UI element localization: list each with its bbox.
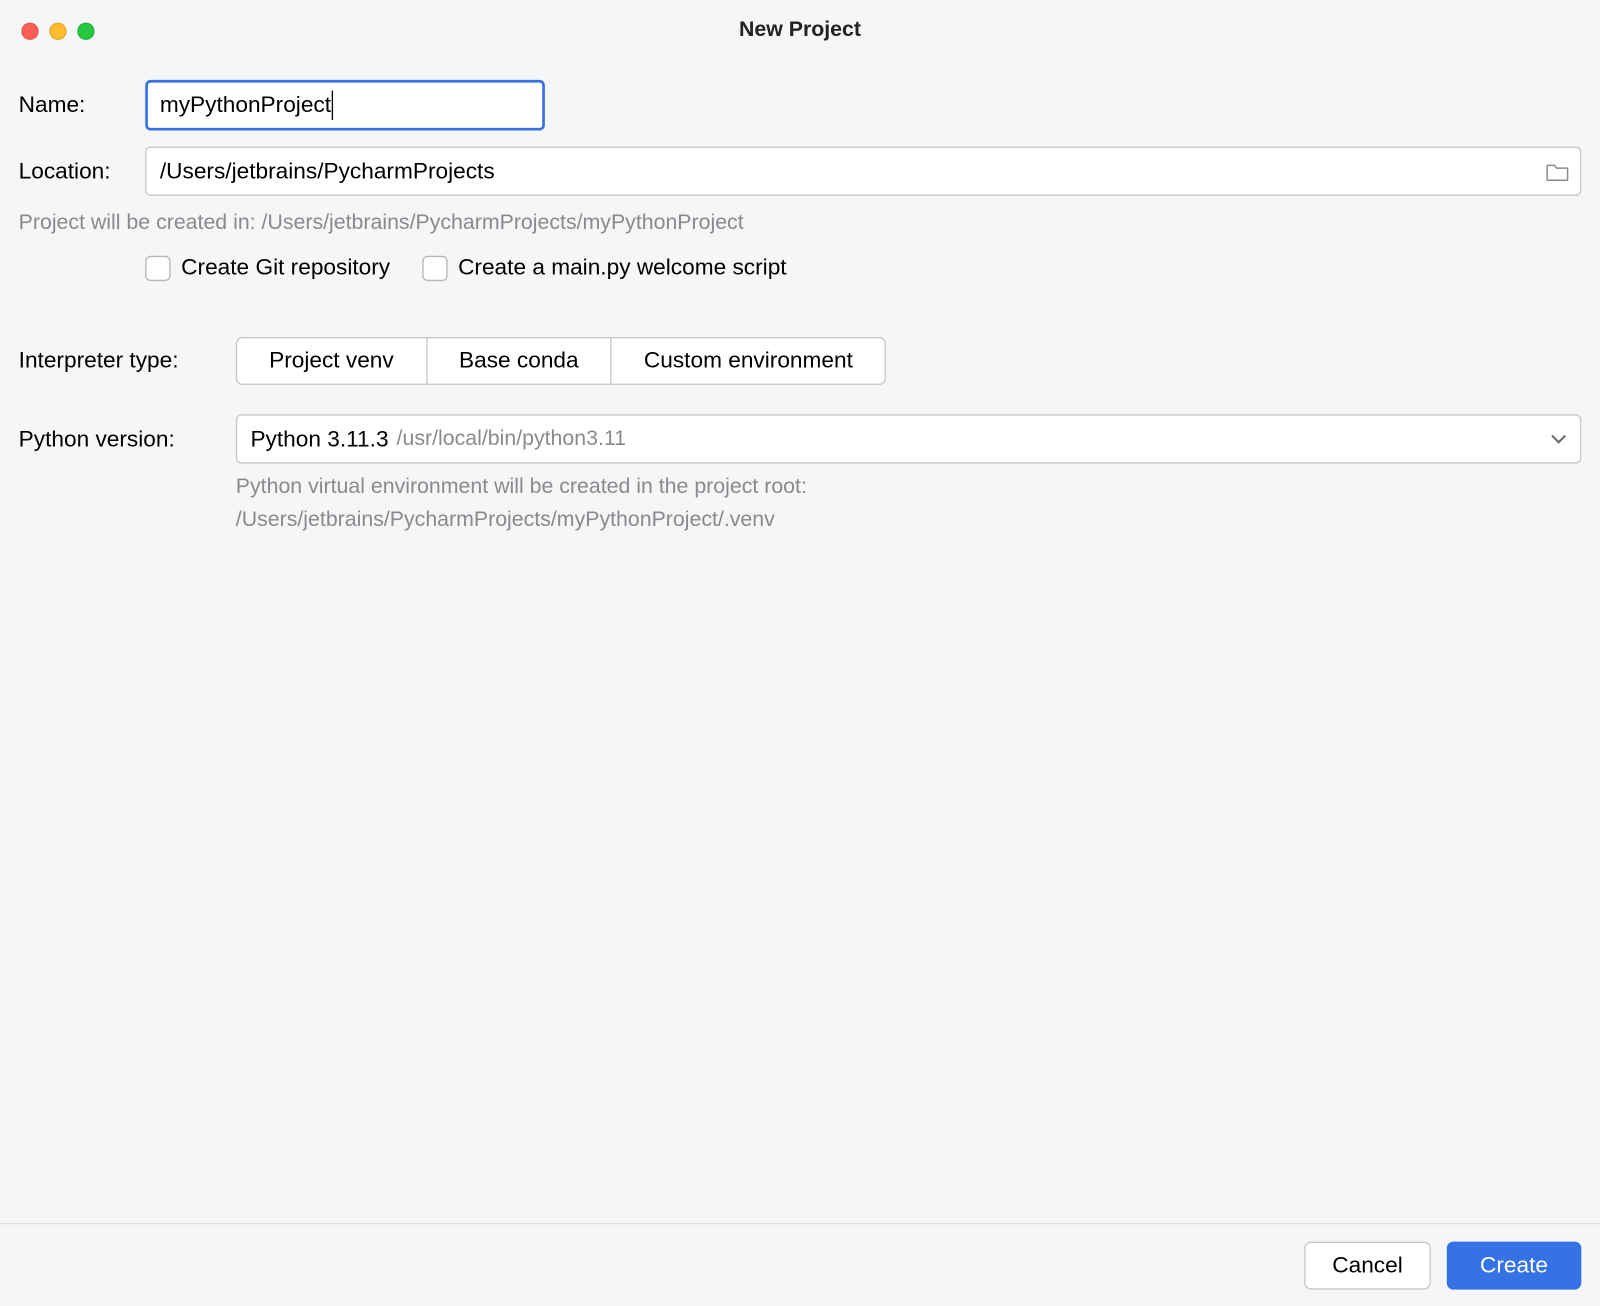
- folder-icon[interactable]: [1545, 162, 1569, 181]
- checkbox-box-icon: [145, 255, 170, 280]
- window-controls: [21, 22, 94, 39]
- venv-hint-line1: Python virtual environment will be creat…: [236, 472, 1582, 505]
- new-project-dialog: New Project Name: myPythonProject Locati…: [0, 0, 1600, 1306]
- interpreter-option-project-venv[interactable]: Project venv: [237, 338, 427, 383]
- location-hint: Project will be created in: /Users/jetbr…: [19, 212, 1582, 236]
- name-input[interactable]: myPythonProject: [145, 80, 545, 131]
- name-label: Name:: [19, 92, 146, 119]
- checkbox-row: Create Git repository Create a main.py w…: [145, 254, 1581, 281]
- python-version-label: Python version:: [19, 426, 236, 453]
- python-version-select[interactable]: Python 3.11.3 /usr/local/bin/python3.11: [236, 414, 1582, 463]
- venv-hint: Python virtual environment will be creat…: [236, 472, 1582, 538]
- python-version-path: /usr/local/bin/python3.11: [397, 427, 626, 451]
- row-python-version: Python version: Python 3.11.3 /usr/local…: [19, 414, 1582, 463]
- row-location: Location: /Users/jetbrains/PycharmProjec…: [19, 147, 1582, 196]
- checkbox-create-git[interactable]: Create Git repository: [145, 254, 390, 281]
- checkbox-git-label: Create Git repository: [181, 254, 390, 281]
- location-input[interactable]: /Users/jetbrains/PycharmProjects: [145, 147, 1581, 196]
- window-title: New Project: [0, 19, 1600, 43]
- close-window-icon[interactable]: [21, 22, 38, 39]
- minimize-window-icon[interactable]: [49, 22, 66, 39]
- dialog-footer: Cancel Create: [0, 1223, 1600, 1306]
- checkbox-box-icon: [422, 255, 447, 280]
- cancel-button[interactable]: Cancel: [1304, 1241, 1430, 1289]
- venv-hint-line2: /Users/jetbrains/PycharmProjects/myPytho…: [236, 505, 1582, 538]
- location-label: Location:: [19, 158, 146, 185]
- row-interpreter-type: Interpreter type: Project venv Base cond…: [19, 337, 1582, 385]
- create-button[interactable]: Create: [1447, 1241, 1582, 1289]
- checkbox-create-mainpy[interactable]: Create a main.py welcome script: [422, 254, 786, 281]
- titlebar: New Project: [0, 0, 1600, 61]
- interpreter-type-label: Interpreter type:: [19, 348, 236, 375]
- text-caret-icon: [331, 91, 332, 120]
- dialog-body: Name: myPythonProject Location: /Users/j…: [0, 61, 1600, 537]
- row-name: Name: myPythonProject: [19, 80, 1582, 131]
- interpreter-type-segmented: Project venv Base conda Custom environme…: [236, 337, 886, 385]
- zoom-window-icon[interactable]: [77, 22, 94, 39]
- interpreter-option-base-conda[interactable]: Base conda: [427, 338, 612, 383]
- python-version-value: Python 3.11.3: [250, 426, 388, 453]
- location-input-value: /Users/jetbrains/PycharmProjects: [160, 158, 1545, 185]
- interpreter-option-custom-environment[interactable]: Custom environment: [612, 338, 885, 383]
- checkbox-mainpy-label: Create a main.py welcome script: [458, 254, 787, 281]
- chevron-down-icon: [1551, 434, 1567, 445]
- name-input-value: myPythonProject: [160, 92, 331, 119]
